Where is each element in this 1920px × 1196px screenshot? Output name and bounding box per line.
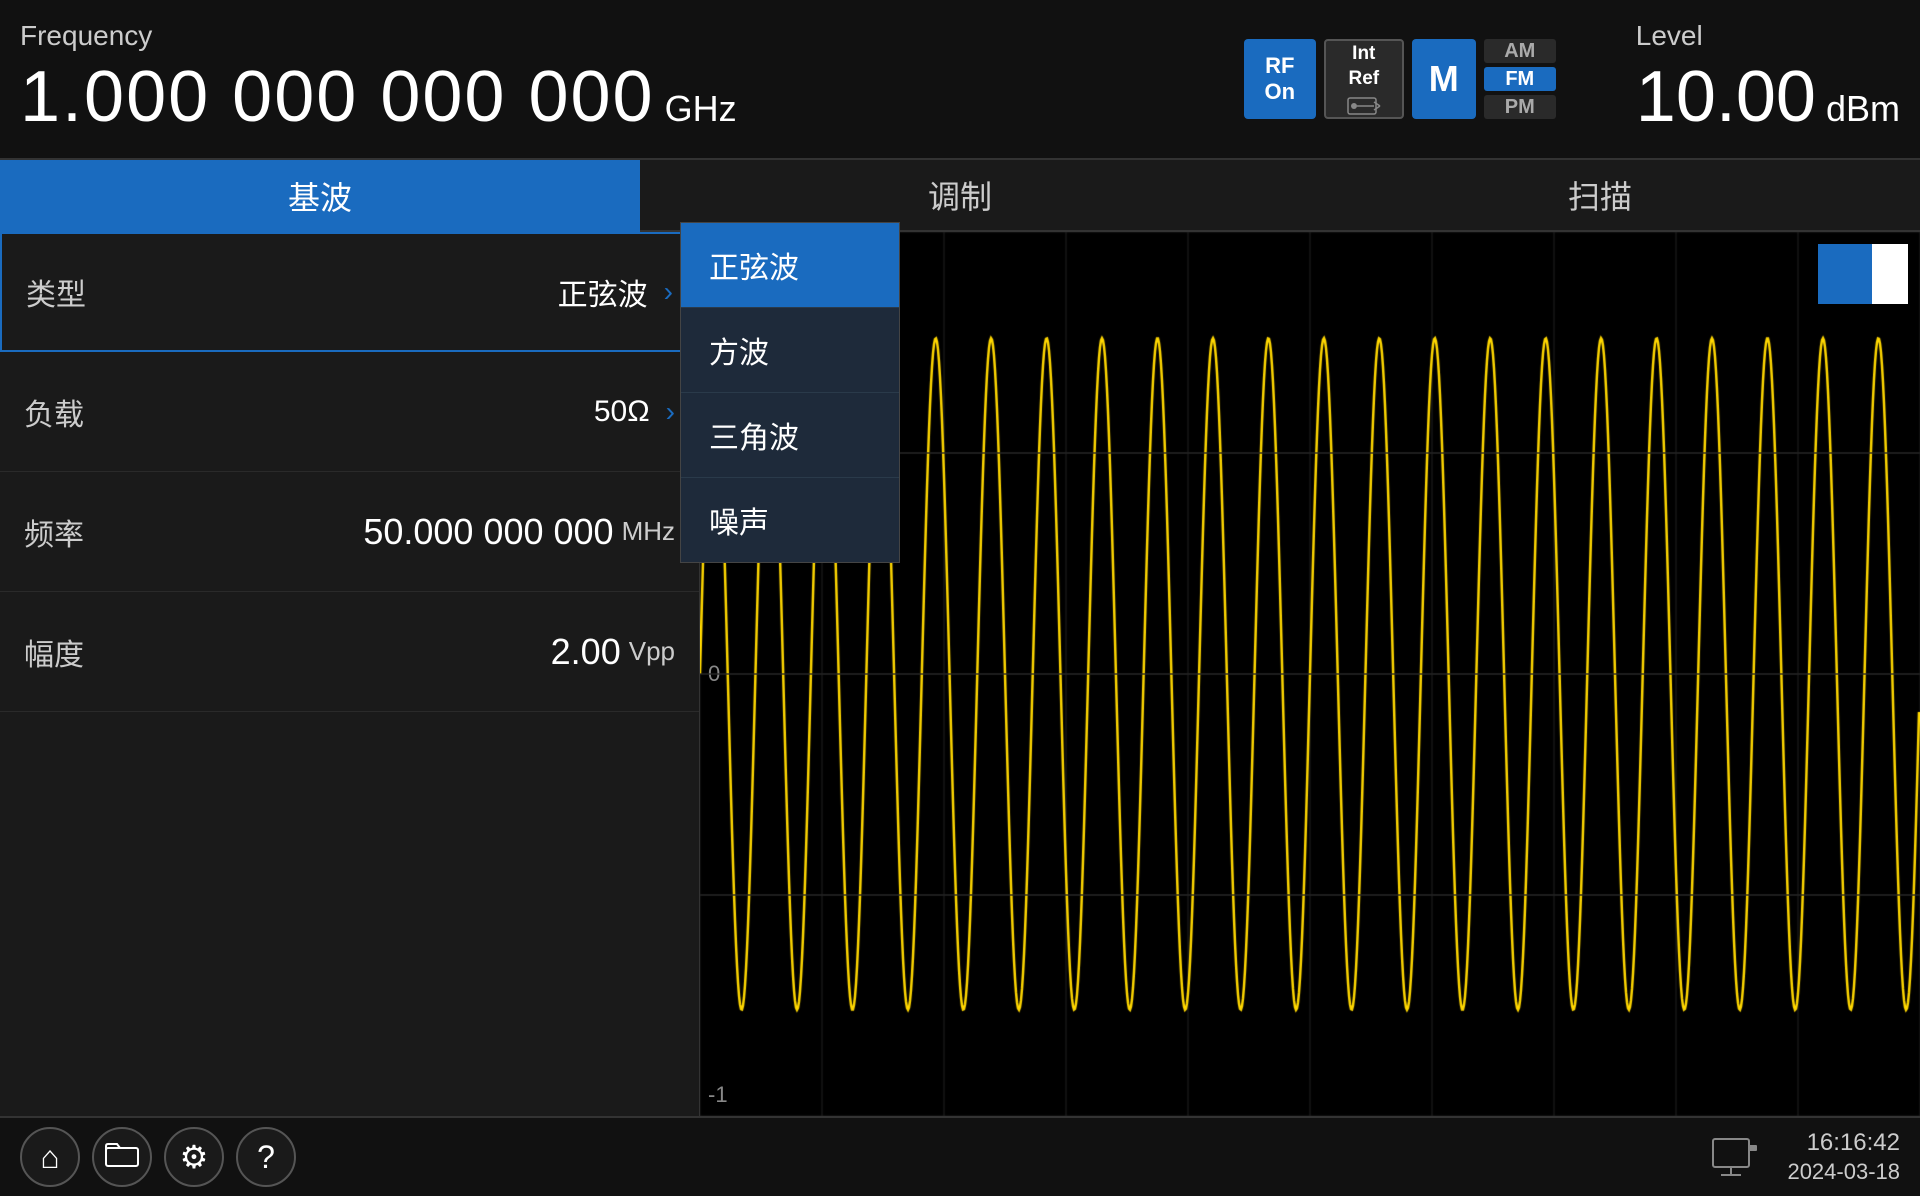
- param-amp-label: 幅度: [24, 630, 84, 674]
- type-dropdown: 正弦波 方波 三角波 噪声: [680, 222, 900, 563]
- param-amp-value: 2.00 Vpp: [551, 631, 675, 673]
- settings-icon: ⚙: [180, 1138, 209, 1176]
- tab-jibo[interactable]: 基波: [0, 160, 640, 232]
- tab-bar: 基波 调制 扫描: [0, 160, 1920, 232]
- param-freq-num: 50.000 000 000: [363, 511, 613, 553]
- param-load-value: 50Ω ›: [594, 395, 675, 429]
- int-ref-button[interactable]: Int Ref: [1324, 39, 1404, 119]
- help-button[interactable]: ?: [236, 1127, 296, 1187]
- frequency-label: Frequency: [20, 20, 1224, 52]
- param-freq-unit: MHz: [622, 516, 675, 547]
- screen-icon: [1711, 1137, 1759, 1177]
- tab-saomiao[interactable]: 扫描: [1280, 160, 1920, 232]
- int-ref-line2: Ref: [1348, 67, 1379, 92]
- rf-line1: RF: [1265, 53, 1294, 79]
- fm-button[interactable]: FM: [1484, 67, 1556, 91]
- level-label: Level: [1636, 20, 1703, 52]
- param-row-load[interactable]: 负载 50Ω ›: [0, 352, 699, 472]
- param-row-type[interactable]: 类型 正弦波 ›: [0, 232, 699, 352]
- left-panel: 类型 正弦波 › 负载 50Ω › 频率 50.000 000 000 MHz …: [0, 232, 700, 1116]
- dropdown-item-noise[interactable]: 噪声: [681, 478, 899, 562]
- main-content: 类型 正弦波 › 负载 50Ω › 频率 50.000 000 000 MHz …: [0, 232, 1920, 1116]
- int-ref-icon: [1346, 96, 1382, 116]
- tab-jibo-label: 基波: [288, 173, 352, 219]
- frequency-section: Frequency 1.000 000 000 000 GHz: [20, 0, 1224, 158]
- dropdown-noise-label: 噪声: [709, 507, 769, 540]
- footer: ⌂ ⚙ ? 16:16:42 2024-03-18: [0, 1116, 1920, 1196]
- rf-on-button[interactable]: RF On: [1244, 39, 1316, 119]
- pm-button[interactable]: PM: [1484, 95, 1556, 119]
- folder-icon: [105, 1139, 139, 1176]
- param-row-frequency[interactable]: 频率 50.000 000 000 MHz: [0, 472, 699, 592]
- dropdown-triangle-label: 三角波: [709, 422, 799, 455]
- dropdown-item-sine[interactable]: 正弦波: [681, 223, 899, 308]
- footer-datetime: 16:16:42 2024-03-18: [1787, 1129, 1900, 1185]
- param-freq-value: 50.000 000 000 MHz: [363, 511, 675, 553]
- level-section: Level 10.00 dBm: [1576, 0, 1900, 158]
- folder-button[interactable]: [92, 1127, 152, 1187]
- dropdown-item-triangle[interactable]: 三角波: [681, 393, 899, 478]
- footer-time: 16:16:42: [1807, 1129, 1900, 1157]
- param-amp-unit: Vpp: [629, 636, 675, 667]
- param-load-label: 负载: [24, 390, 84, 434]
- param-type-chevron: ›: [664, 276, 673, 308]
- level-value[interactable]: 10.00: [1636, 56, 1816, 138]
- param-amp-num: 2.00: [551, 631, 621, 673]
- param-type-val: 正弦波: [558, 270, 648, 314]
- frequency-value[interactable]: 1.000 000 000 000: [20, 56, 655, 138]
- dropdown-item-square[interactable]: 方波: [681, 308, 899, 393]
- int-ref-line1: Int: [1352, 42, 1375, 67]
- param-load-val: 50Ω: [594, 395, 650, 429]
- param-freq-label: 频率: [24, 510, 84, 554]
- param-type-value: 正弦波 ›: [558, 270, 673, 314]
- header: Frequency 1.000 000 000 000 GHz RF On In…: [0, 0, 1920, 160]
- footer-date: 2024-03-18: [1787, 1159, 1900, 1185]
- modulation-buttons: AM FM PM: [1484, 39, 1556, 119]
- home-icon: ⌂: [40, 1139, 59, 1176]
- level-unit: dBm: [1826, 88, 1900, 138]
- settings-button[interactable]: ⚙: [164, 1127, 224, 1187]
- param-type-label: 类型: [26, 270, 86, 314]
- dropdown-sine-label: 正弦波: [709, 252, 799, 285]
- param-row-amplitude[interactable]: 幅度 2.00 Vpp: [0, 592, 699, 712]
- header-controls: RF On Int Ref M AM FM PM: [1224, 0, 1576, 158]
- home-button[interactable]: ⌂: [20, 1127, 80, 1187]
- tab-saomiao-label: 扫描: [1568, 172, 1632, 218]
- am-button[interactable]: AM: [1484, 39, 1556, 63]
- m-button[interactable]: M: [1412, 39, 1476, 119]
- dropdown-square-label: 方波: [709, 337, 769, 370]
- param-load-chevron: ›: [666, 396, 675, 428]
- frequency-unit: GHz: [665, 88, 737, 138]
- tab-tiaozhi-label: 调制: [928, 172, 992, 218]
- rf-line2: On: [1265, 79, 1296, 105]
- m-label: M: [1429, 58, 1459, 100]
- help-icon: ?: [257, 1139, 275, 1176]
